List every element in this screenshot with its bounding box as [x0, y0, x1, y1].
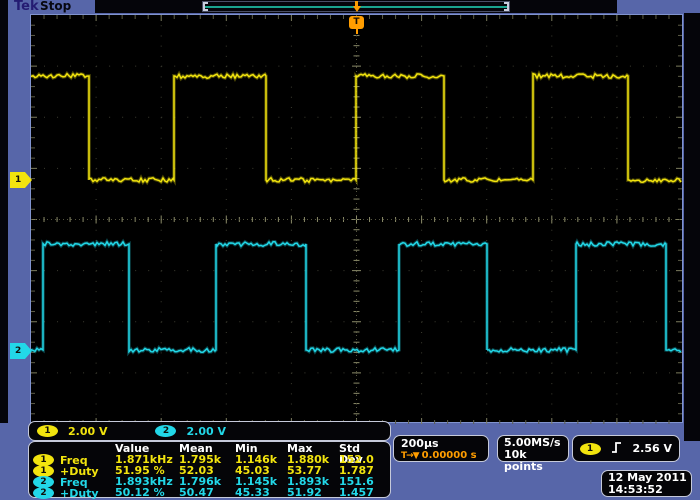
meas-max: 51.92 [287, 487, 339, 499]
trigger-position-icon[interactable] [353, 1, 360, 12]
trigger-source-badge: 1 [580, 443, 601, 455]
meas-label: Freq [60, 477, 88, 488]
table-row[interactable]: 2 +Duty 50.12 % 50.47 45.33 51.92 1.457 [33, 487, 390, 498]
ch1-badge[interactable]: 1 [37, 425, 58, 437]
timebase-readout[interactable]: 200µs T→▼ 0.00000 s [393, 435, 489, 462]
meas-std: 1.457 [339, 487, 387, 499]
trigger-readout[interactable]: 1 2.56 V [572, 435, 680, 462]
meas-min: 45.33 [235, 487, 287, 499]
row-ch-badge: 2 [33, 487, 54, 499]
measurement-table: Value Mean Min Max Std Dev 1Freq 1.871kH… [28, 441, 391, 498]
acquisition-readout[interactable]: 5.00MS/s 10k points [497, 435, 569, 462]
ch1-scale[interactable]: 2.00 V [68, 425, 107, 438]
oscilloscope-screen: Tek Stop T 1 2 1 2.00 V 2 2.00 V [0, 0, 700, 500]
ch2-scale[interactable]: 2.00 V [186, 425, 225, 438]
rising-edge-icon [611, 441, 623, 457]
timebase-scale: 200µs [401, 437, 488, 450]
meas-mean: 50.47 [179, 487, 235, 499]
graticule: T [30, 14, 683, 423]
right-dark-margin [684, 13, 700, 441]
tek-logo: Tek [14, 0, 39, 14]
record-length: 10k points [504, 449, 568, 473]
trigger-delay-value: 0.00000 s [422, 450, 477, 461]
meas-value: 50.12 % [115, 487, 179, 499]
record-view-bar[interactable] [202, 1, 510, 12]
top-status-bar: Tek Stop [0, 0, 700, 14]
trigger-time-flag-tail [356, 29, 358, 34]
meas-label: +Duty [60, 488, 99, 499]
time-label: 14:53:52 [608, 484, 691, 496]
ch1-ground-marker[interactable]: 1 [10, 172, 32, 188]
trigger-delay-icon: T→▼ [401, 451, 419, 461]
ch2-badge[interactable]: 2 [155, 425, 176, 437]
left-dark-margin [0, 0, 8, 423]
meas-label: +Duty [60, 466, 99, 477]
trigger-time-flag-icon[interactable]: T [349, 16, 364, 29]
acquisition-status[interactable]: Stop [40, 0, 71, 13]
trigger-level: 2.56 V [633, 442, 672, 455]
waveform-plot [31, 15, 682, 424]
ch2-ground-marker[interactable]: 2 [10, 343, 32, 359]
datetime-readout: 12 May 2011 14:53:52 [601, 470, 692, 497]
channel-scale-bar: 1 2.00 V 2 2.00 V [28, 421, 391, 441]
meas-label: Freq [60, 455, 88, 466]
